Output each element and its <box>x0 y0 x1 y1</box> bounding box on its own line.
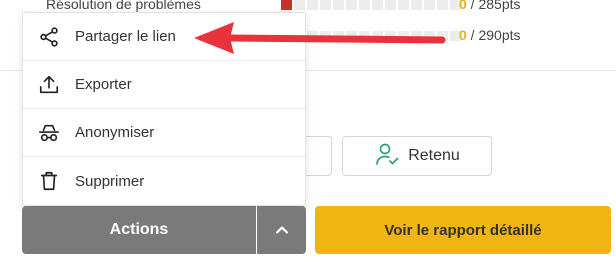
chevron-up-icon <box>274 222 290 238</box>
score-bar-segment <box>294 0 305 10</box>
score-bar-segment <box>411 0 422 10</box>
score-bar-segment <box>320 0 331 10</box>
menu-item-anonymize[interactable]: Anonymiser <box>23 109 305 157</box>
retenu-label: Retenu <box>408 147 460 164</box>
score-bar-segment <box>372 0 383 10</box>
score-bar-segment <box>307 0 318 10</box>
annotation-arrow <box>194 22 446 54</box>
score-bar-segment <box>437 0 448 10</box>
score-bar-segment <box>424 0 435 10</box>
incognito-icon <box>37 121 61 145</box>
retenu-button[interactable]: Retenu <box>342 136 492 176</box>
score-bar-segment <box>359 0 370 10</box>
menu-item-label: Anonymiser <box>75 124 155 141</box>
score-bar-segment <box>333 0 344 10</box>
menu-item-label: Supprimer <box>75 172 145 190</box>
stat-score: 0 / 285pts <box>459 0 521 12</box>
menu-item-label: Partager le lien <box>75 28 176 45</box>
actions-toggle-button[interactable] <box>257 206 306 254</box>
score-bar-segment <box>398 0 409 10</box>
share-icon <box>37 25 61 49</box>
menu-item-delete[interactable]: Supprimer <box>23 157 305 205</box>
score-bar-segment <box>281 0 292 10</box>
upload-icon <box>37 73 61 97</box>
stat-score: 0 / 290pts <box>459 27 521 43</box>
score-bar <box>281 0 461 10</box>
menu-item-export[interactable]: Exporter <box>23 61 305 109</box>
user-check-icon <box>374 141 400 172</box>
score-bar-segment <box>385 0 396 10</box>
menu-item-label: Exporter <box>75 76 132 93</box>
stat-label: Résolution de problèmes <box>46 0 201 12</box>
trash-icon <box>37 169 61 193</box>
actions-button[interactable]: Actions <box>22 206 256 254</box>
score-bar-segment <box>346 0 357 10</box>
detailed-report-button[interactable]: Voir le rapport détaillé <box>315 206 611 254</box>
